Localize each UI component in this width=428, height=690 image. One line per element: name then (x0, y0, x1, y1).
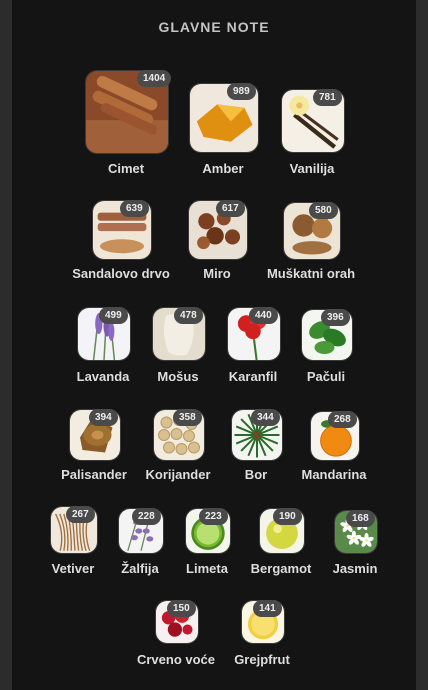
note-label[interactable]: Mandarina (301, 467, 366, 482)
note-label[interactable]: Žalfija (121, 561, 159, 576)
note-label[interactable]: Pačuli (307, 369, 345, 384)
note-label[interactable]: Jasmin (333, 561, 378, 576)
vote-count-badge: 1404 (137, 70, 172, 87)
vote-count-badge: 396 (321, 309, 350, 326)
vote-count-badge: 168 (346, 510, 375, 527)
vote-count-badge: 267 (66, 506, 95, 523)
vote-count-badge: 499 (99, 307, 128, 324)
note-label[interactable]: Lavanda (77, 369, 130, 384)
vote-count-badge: 268 (328, 411, 357, 428)
vote-count-badge: 394 (89, 409, 118, 426)
note-label[interactable]: Korijander (145, 467, 210, 482)
vote-count-badge: 223 (199, 508, 228, 525)
vote-count-badge: 617 (216, 200, 245, 217)
vote-count-badge: 228 (132, 508, 161, 525)
vote-count-badge: 781 (313, 89, 342, 106)
vote-count-badge: 478 (174, 307, 203, 324)
vote-count-badge: 580 (309, 202, 338, 219)
note-label[interactable]: Cimet (108, 161, 144, 176)
vote-count-badge: 989 (227, 83, 256, 100)
vote-count-badge: 190 (273, 508, 302, 525)
vote-count-badge: 639 (120, 200, 149, 217)
note-label[interactable]: Sandalovo drvo (72, 266, 170, 281)
note-label[interactable]: Miro (203, 266, 230, 281)
note-label[interactable]: Grejpfrut (234, 652, 290, 667)
note-label[interactable]: Crveno voće (137, 652, 215, 667)
note-label[interactable]: Palisander (61, 467, 127, 482)
vote-count-badge: 358 (173, 409, 202, 426)
note-label[interactable]: Vetiver (52, 561, 95, 576)
note-label[interactable]: Mošus (157, 369, 198, 384)
vote-count-badge: 440 (249, 307, 278, 324)
vote-count-badge: 150 (167, 600, 196, 617)
section-title: GLAVNE NOTE (158, 19, 270, 35)
note-label[interactable]: Amber (202, 161, 243, 176)
note-label[interactable]: Muškatni orah (267, 266, 355, 281)
note-label[interactable]: Bor (245, 467, 267, 482)
note-label[interactable]: Bergamot (251, 561, 312, 576)
note-label[interactable]: Karanfil (229, 369, 277, 384)
vote-count-badge: 344 (251, 409, 280, 426)
note-label[interactable]: Vanilija (290, 161, 335, 176)
vote-count-badge: 141 (253, 600, 282, 617)
note-label[interactable]: Limeta (186, 561, 228, 576)
